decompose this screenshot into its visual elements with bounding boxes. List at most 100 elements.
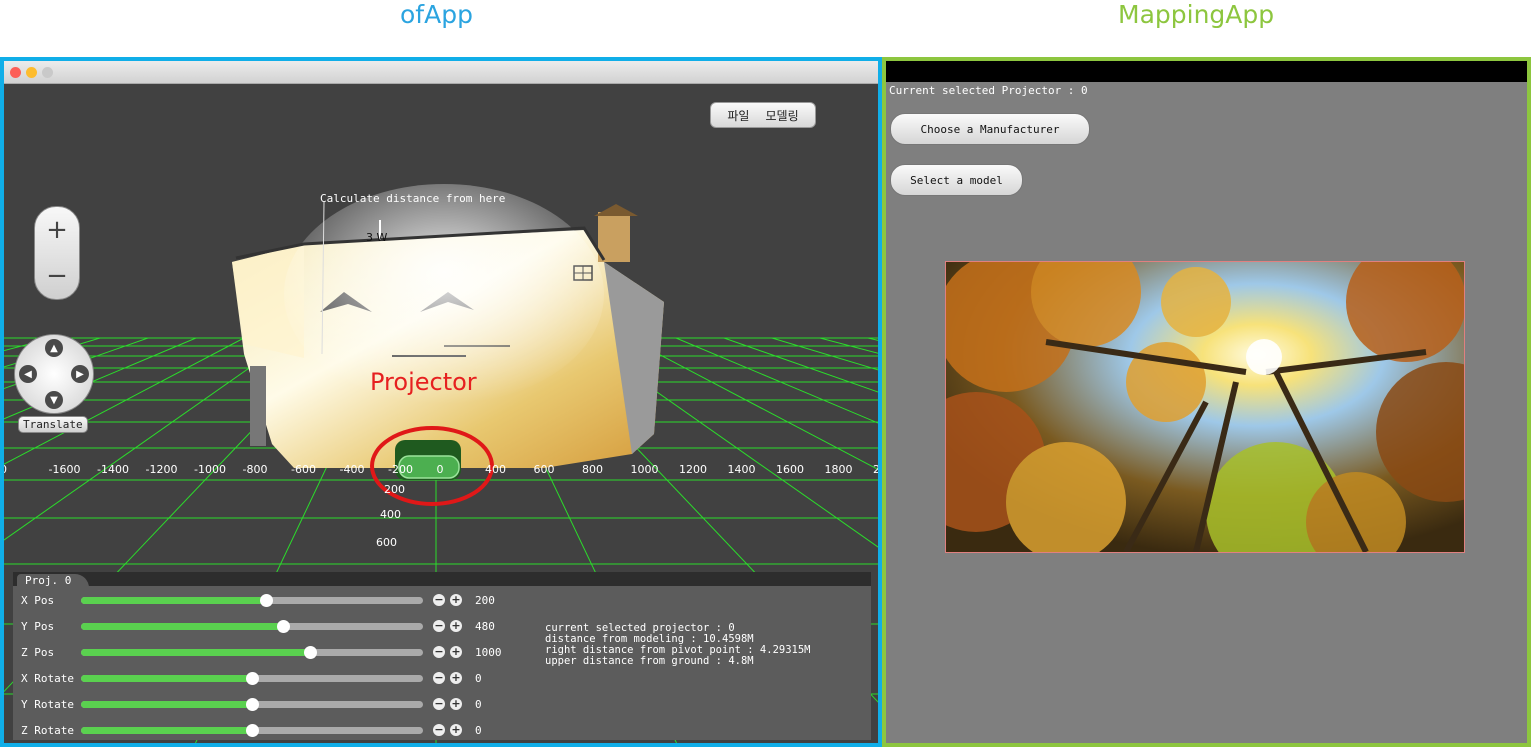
x-axis-tick: 400 (485, 463, 506, 476)
increment-icon[interactable]: + (450, 646, 462, 658)
slider-knob[interactable] (246, 724, 259, 737)
zoom-in-button[interactable]: + (35, 207, 79, 253)
translate-button[interactable]: Translate (18, 416, 88, 433)
x-axis-tick: -200 (388, 463, 413, 476)
close-window-button[interactable] (10, 67, 21, 78)
slider-row: Z Rotate − +0 (13, 719, 533, 743)
slider-track[interactable] (81, 672, 423, 685)
slider-label: X Pos (21, 594, 55, 607)
x-axis-tick: 1400 (728, 463, 756, 476)
slider-knob[interactable] (304, 646, 318, 659)
ofapp-caption: ofApp (400, 0, 473, 29)
building-sign: 3 W (366, 231, 387, 244)
x-axis-tick: 1200 (679, 463, 707, 476)
slider-track[interactable] (81, 724, 423, 737)
menu-modeling[interactable]: 모델링 (765, 107, 798, 124)
x-axis-tick: 800 (582, 463, 603, 476)
mapping-titlebar (886, 61, 1527, 82)
decrement-icon[interactable]: − (433, 698, 445, 710)
slider-fill (81, 727, 252, 734)
decrement-icon[interactable]: − (433, 672, 445, 684)
slider-value: 0 (475, 698, 482, 711)
autumn-forest-image (946, 262, 1464, 552)
z-axis-tick: 200 (384, 483, 405, 496)
x-axis-tick: -800 (243, 463, 268, 476)
x-axis-tick: -1600 (49, 463, 81, 476)
slider-row: Y Rotate − +0 (13, 693, 533, 717)
arrow-left-icon[interactable]: ◀ (19, 365, 37, 383)
decrement-icon[interactable]: − (433, 724, 445, 736)
selected-projector-text: Current selected Projector : 0 (889, 84, 1088, 97)
menu-file[interactable]: 파일 (727, 107, 749, 124)
ofapp-window: 3 W 0 -1600 -1400 -1200 -1000 -800 -600 -400 -20… (0, 57, 882, 747)
slider-knob[interactable] (246, 672, 259, 685)
slider-label: Z Rotate (21, 724, 74, 737)
select-model-button[interactable]: Select a model (890, 164, 1023, 196)
calc-distance-note: Calculate distance from here (320, 192, 506, 205)
arrow-right-icon[interactable]: ▶ (71, 365, 89, 383)
slider-row: X Pos − +200 (13, 589, 533, 613)
increment-icon[interactable]: + (450, 724, 462, 736)
zoom-window-button[interactable] (42, 67, 53, 78)
x-axis-tick: -1400 (97, 463, 129, 476)
slider-fill (81, 675, 252, 682)
minimize-window-button[interactable] (26, 67, 37, 78)
slider-label: Z Pos (21, 646, 55, 659)
projector-label: Projector (370, 368, 477, 396)
zoom-out-button[interactable]: − (35, 253, 79, 299)
slider-knob[interactable] (276, 620, 290, 633)
top-menu: 파일 모델링 (710, 102, 816, 128)
increment-icon[interactable]: + (450, 594, 462, 606)
slider-row: Z Pos − +1000 (13, 641, 533, 665)
slider-row: X Rotate − +0 (13, 667, 533, 691)
x-axis-tick: 1000 (631, 463, 659, 476)
mappingapp-caption: MappingApp (1118, 0, 1275, 29)
slider-row: Y Pos − +480 (13, 615, 533, 639)
x-axis-tick: 0 (4, 463, 7, 476)
decrement-icon[interactable]: − (433, 594, 445, 606)
z-axis-ticks: 200 400 600 (376, 483, 405, 549)
info-line: upper distance from ground : 4.8M (545, 655, 754, 667)
x-axis-tick: -1200 (146, 463, 178, 476)
projection-image[interactable] (945, 261, 1465, 553)
slider-label: Y Rotate (21, 698, 74, 711)
x-axis-tick: -400 (340, 463, 365, 476)
x-axis-tick: -1000 (194, 463, 226, 476)
choose-manufacturer-button[interactable]: Choose a Manufacturer (890, 113, 1090, 145)
slider-value: 480 (475, 620, 495, 633)
x-axis-tick: 600 (534, 463, 555, 476)
mappingapp-window: Current selected Projector : 0 Choose a … (882, 57, 1531, 747)
x-axis-tick: 0 (437, 463, 444, 476)
zoom-control: + − (34, 206, 80, 300)
increment-icon[interactable]: + (450, 620, 462, 632)
increment-icon[interactable]: + (450, 698, 462, 710)
3d-viewport[interactable]: 3 W 0 -1600 -1400 -1200 -1000 -800 -600 -400 -20… (4, 84, 878, 743)
slider-fill (81, 649, 311, 656)
x-axis-tick: 2000 (873, 463, 878, 476)
window-titlebar (4, 61, 878, 84)
slider-knob[interactable] (246, 698, 259, 711)
projector-gui-panel: Proj. 0 X Pos − +200 Y Pos − +480 Z Pos − +1000 X… (13, 572, 871, 740)
slider-value: 0 (475, 672, 482, 685)
increment-icon[interactable]: + (450, 672, 462, 684)
slider-label: Y Pos (21, 620, 55, 633)
slider-fill (81, 597, 266, 604)
slider-value: 0 (475, 724, 482, 737)
slider-track[interactable] (81, 620, 423, 633)
gui-tabstrip: Proj. 0 (13, 572, 871, 588)
decrement-icon[interactable]: − (433, 620, 445, 632)
decrement-icon[interactable]: − (433, 646, 445, 658)
arrow-up-icon[interactable]: ▲ (45, 339, 63, 357)
slider-fill (81, 623, 283, 630)
translate-dpad: ▲ ▼ ◀ ▶ (14, 334, 94, 414)
slider-knob[interactable] (259, 594, 273, 607)
slider-track[interactable] (81, 698, 423, 711)
projector-info: current selected projector : 0 distance … (545, 623, 811, 667)
arrow-down-icon[interactable]: ▼ (45, 391, 63, 409)
x-axis-tick: 1600 (776, 463, 804, 476)
slider-track[interactable] (81, 646, 423, 659)
slider-track[interactable] (81, 594, 423, 607)
building-model: 3 W (232, 184, 664, 468)
slider-fill (81, 701, 252, 708)
z-axis-tick: 400 (380, 508, 401, 521)
